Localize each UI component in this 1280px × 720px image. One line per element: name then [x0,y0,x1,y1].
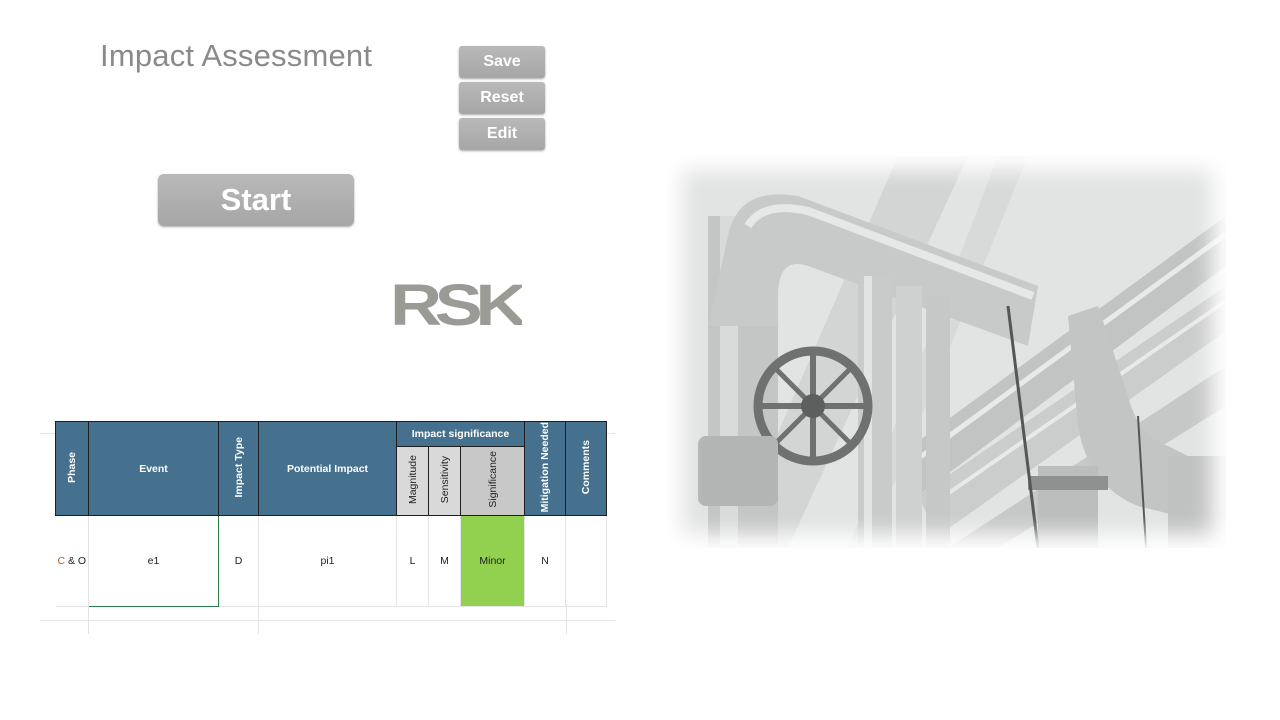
cell-event[interactable]: e1 [88,515,219,608]
industrial-pipes-photo [668,156,1226,548]
reset-button[interactable]: Reset [459,82,545,114]
table-row: C & O e1 D pi1 L M Minor N [55,515,607,608]
cell-sensitivity[interactable]: M [428,515,461,608]
rsk-logo: RSK [390,279,522,327]
col-header-significance: Significance [460,445,525,517]
cell-potential-impact[interactable]: pi1 [258,515,397,608]
cell-phase[interactable]: C & O [55,515,89,608]
col-header-magnitude: Magnitude [396,445,429,517]
col-header-event: Event [88,420,219,517]
col-header-sensitivity: Sensitivity [428,445,461,517]
start-button[interactable]: Start [158,174,354,226]
col-header-impact-type: Impact Type [218,420,259,517]
logo-text: RSK [390,279,522,327]
save-button[interactable]: Save [459,46,545,78]
col-header-mitigation: Mitigation Needed [524,420,566,517]
impact-assessment-table: Phase Event Impact Type Potential Impact… [55,420,607,608]
cell-significance[interactable]: Minor [460,515,525,608]
edit-button[interactable]: Edit [459,118,545,150]
cell-mitigation[interactable]: N [524,515,566,608]
col-header-potential-impact: Potential Impact [258,420,397,517]
page-title: Impact Assessment [100,38,373,73]
col-header-comments: Comments [565,420,607,517]
cell-impact-type[interactable]: D [218,515,259,608]
col-header-impact-significance: Impact significance [396,421,525,447]
cell-comments[interactable] [565,515,607,608]
col-header-phase: Phase [55,420,89,517]
cell-magnitude[interactable]: L [396,515,429,608]
